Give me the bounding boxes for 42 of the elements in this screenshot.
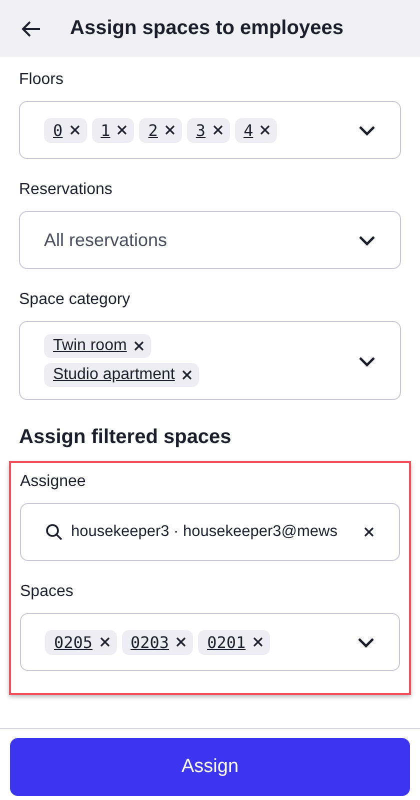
remove-icon[interactable]: [212, 124, 224, 136]
remove-icon[interactable]: [132, 340, 145, 352]
field-label: Reservations: [19, 181, 114, 199]
filter-chip[interactable]: 0203: [122, 630, 194, 654]
chevron-down-icon[interactable]: [358, 234, 376, 246]
back-button[interactable]: [20, 20, 42, 38]
remove-icon[interactable]: [259, 124, 272, 136]
page-title: Assign spaces to employees: [70, 17, 344, 40]
filter-chip[interactable]: 2: [139, 118, 182, 142]
filter-chip[interactable]: 4: [234, 118, 278, 142]
filter-chip[interactable]: 0: [44, 118, 87, 142]
chevron-down-icon[interactable]: [358, 124, 376, 136]
remove-icon[interactable]: [116, 124, 128, 136]
filter-chip[interactable]: Twin room: [44, 334, 151, 358]
filter-chip[interactable]: Studio apartment: [44, 363, 199, 387]
remove-icon[interactable]: [363, 526, 375, 538]
search-icon: [45, 523, 63, 541]
assignee-value: housekeeper3 · housekeeper3@mews: [71, 523, 338, 541]
remove-icon[interactable]: [252, 636, 264, 648]
filter-chip[interactable]: 0205: [45, 630, 117, 654]
field-label: Space category: [19, 291, 132, 309]
remove-icon[interactable]: [98, 636, 111, 648]
select-value: All reservations: [44, 230, 168, 250]
chevron-down-icon[interactable]: [358, 354, 376, 366]
filter-chip[interactable]: 1: [92, 118, 134, 142]
remove-icon[interactable]: [180, 369, 193, 381]
search-field[interactable]: housekeeper3 · housekeeper3@mews: [20, 503, 400, 561]
field-label: Assignee: [20, 473, 87, 491]
remove-icon[interactable]: [164, 124, 176, 136]
remove-icon[interactable]: [68, 124, 81, 136]
assign-button[interactable]: Assign: [10, 738, 410, 796]
filter-chip[interactable]: 0201: [198, 630, 270, 654]
select-field[interactable]: Twin room Studio apartment: [19, 321, 401, 400]
select-field[interactable]: All reservations: [19, 211, 401, 269]
select-field[interactable]: 0 1 2 3 4: [19, 101, 401, 159]
field-label: Spaces: [20, 583, 74, 601]
filter-chip[interactable]: 3: [186, 118, 230, 142]
chevron-down-icon[interactable]: [357, 636, 375, 648]
remove-icon[interactable]: [175, 636, 188, 648]
field-label: Floors: [19, 71, 64, 89]
section-heading: Assign filtered spaces: [18, 426, 232, 449]
select-field[interactable]: 0205 0203 0201: [20, 613, 400, 671]
